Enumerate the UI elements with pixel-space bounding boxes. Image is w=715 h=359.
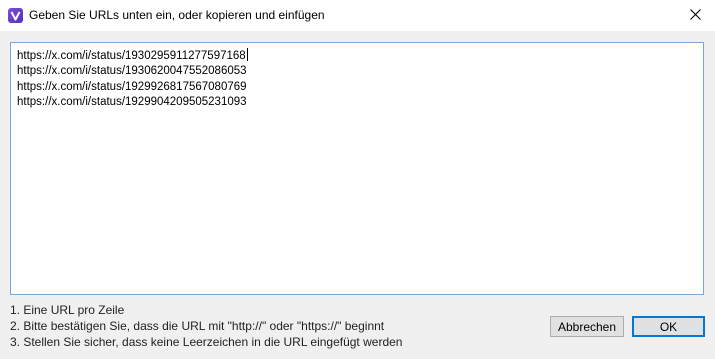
instructions: 1. Eine URL pro Zeile 2. Bitte bestätige… — [10, 302, 402, 350]
title-bar: Geben Sie URLs unten ein, oder kopieren … — [0, 0, 715, 31]
close-button[interactable] — [675, 0, 715, 31]
ok-button[interactable]: OK — [632, 316, 705, 337]
instruction-line: 2. Bitte bestätigen Sie, dass die URL mi… — [10, 319, 385, 333]
url-line: https://x.com/i/status/19299042095052310… — [17, 95, 247, 108]
close-icon — [689, 7, 701, 25]
cancel-button[interactable]: Abbrechen — [550, 316, 624, 337]
url-input-dialog: Geben Sie URLs unten ein, oder kopieren … — [0, 0, 715, 359]
text-caret — [246, 48, 248, 61]
instruction-line: 1. Eine URL pro Zeile — [10, 303, 125, 317]
url-textarea[interactable]: https://x.com/i/status/19302959112775971… — [10, 42, 704, 295]
url-line: https://x.com/i/status/19299268175670807… — [17, 80, 247, 93]
url-list: https://x.com/i/status/19302959112775971… — [11, 43, 703, 115]
url-line: https://x.com/i/status/19306200475520860… — [17, 65, 247, 78]
app-v-logo-icon — [8, 8, 23, 23]
url-line: https://x.com/i/status/19302959112775971… — [17, 48, 248, 62]
instruction-line: 3. Stellen Sie sicher, dass keine Leerze… — [10, 335, 403, 349]
window-title: Geben Sie URLs unten ein, oder kopieren … — [29, 8, 325, 22]
